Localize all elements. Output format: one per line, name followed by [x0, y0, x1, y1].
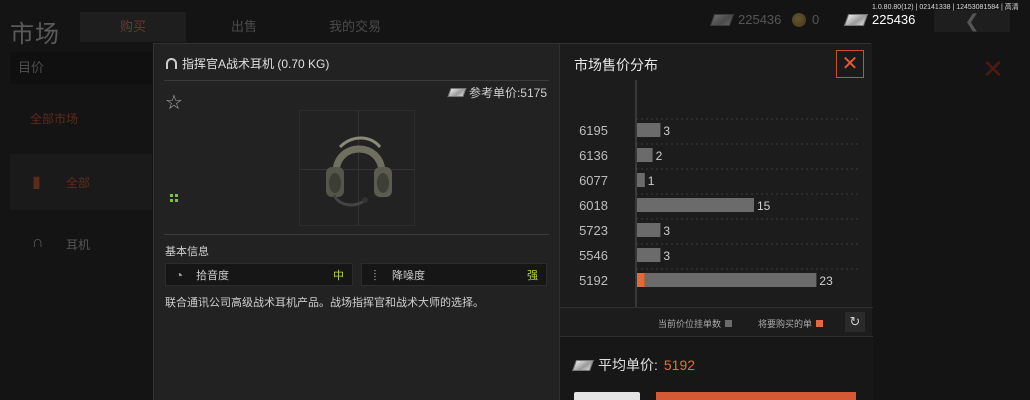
bar-value-label: 3 [663, 224, 670, 238]
legend-buy: 将要购买的单 [758, 317, 824, 330]
price-tick-label: 6136 [579, 148, 608, 163]
headset-image-icon [326, 136, 392, 207]
attribute-pickup: ◔ 拾音度 中 [165, 263, 353, 286]
bar-current [637, 173, 645, 187]
reference-price: 参考单价:5175 [447, 84, 547, 101]
close-icon: ✕ [841, 53, 859, 75]
bar-current [637, 248, 661, 262]
attribute-label: 拾音度 [196, 269, 229, 282]
back-button[interactable]: ❮ [934, 10, 1010, 32]
market-distribution-title: 市场售价分布 [574, 57, 658, 73]
cash-value: 225436 [738, 12, 782, 27]
cash-balance: 225436 [843, 12, 916, 27]
bar-current [637, 123, 661, 137]
cash-icon [571, 359, 595, 371]
coin-value: 0 [812, 12, 820, 27]
bar-value-label: 2 [656, 149, 663, 163]
headphone-icon: ∩ [32, 234, 44, 251]
refresh-button[interactable]: ↻ [845, 312, 865, 332]
item-title: 指挥官A战术耳机 (0.70 KG) [166, 55, 329, 72]
basic-info-heading: 基本信息 [165, 246, 209, 258]
search-input[interactable]: 目价 [10, 52, 152, 84]
buy-button[interactable] [656, 392, 856, 400]
bar-current [637, 198, 754, 212]
bar-value-label: 23 [819, 274, 833, 288]
sidebar-item-label: 全部 [66, 176, 91, 190]
cash-icon [843, 13, 869, 26]
price-tick-label: 6077 [579, 173, 608, 188]
divider [164, 80, 549, 81]
tab-buy[interactable]: 购买 [80, 12, 186, 42]
coin-icon [792, 12, 806, 27]
bar-current [637, 223, 661, 237]
close-button[interactable]: ✕ [836, 50, 864, 78]
bar-value-label: 3 [663, 124, 670, 138]
average-price-box: 平均单价: 5192 [560, 336, 873, 400]
legend-swatch [725, 320, 733, 327]
bar-buy [637, 273, 645, 287]
legend-buy-label: 将要购买的单 [758, 319, 813, 329]
legend-current-label: 当前价位挂单数 [658, 319, 722, 329]
market-title: 市场 [10, 21, 60, 48]
headset-icon [166, 58, 177, 69]
cash-icon [447, 88, 467, 97]
market-distribution-panel: 市场售价分布 ✕ 6195 3 6136 2 6077 1 6018 15 5723 3 5546 3… [559, 44, 873, 400]
sidebar-item-label: 耳机 [66, 238, 91, 252]
cash-icon [709, 13, 735, 26]
tab-my-trades[interactable]: 我的交易 [296, 12, 414, 42]
price-tick-label: 5192 [579, 273, 608, 288]
quantity-button[interactable] [574, 392, 640, 400]
sidebar-item-all[interactable]: ▮ 全部 [10, 154, 152, 210]
average-price-value: 5192 [663, 357, 696, 373]
price-distribution-chart: 6195 3 6136 2 6077 1 6018 15 5723 3 5546 3 5192 23 [579, 80, 858, 307]
sidebar-item-headphone[interactable]: ∩ 耳机 [10, 216, 152, 272]
legend-swatch [816, 320, 824, 327]
average-price-label: 平均单价: [598, 357, 658, 373]
price-tick-label: 5546 [579, 248, 608, 263]
close-icon[interactable]: ✕ [980, 56, 1006, 82]
bar-value-label: 3 [663, 249, 670, 263]
grid-size-icon [170, 194, 178, 202]
item-detail-modal: 指挥官A战术耳机 (0.70 KG) ☆ 参考单价:5175 基本信息 ◔ 拾音… [153, 43, 873, 400]
noise-icon: ⦙ [373, 266, 377, 283]
cash-balance-dim: 225436 [709, 12, 782, 27]
bar-value-label: 15 [757, 199, 771, 213]
legend-current: 当前价位挂单数 [658, 317, 733, 330]
item-category-icon: ▮ [32, 174, 41, 191]
price-tick-label: 6195 [579, 123, 608, 138]
price-tick-label: 6018 [579, 198, 608, 213]
bar-current [644, 273, 817, 287]
price-tick-label: 5723 [579, 223, 608, 238]
attribute-value: 中 [333, 269, 344, 282]
version-info: 1.0.80.80(12) | 02141338 | 12453081584 |… [872, 4, 1019, 11]
bar-current [637, 148, 653, 162]
reference-price-text: 参考单价:5175 [468, 86, 547, 100]
refresh-icon: ↻ [849, 314, 861, 329]
chart-legend: 当前价位挂单数 将要购买的单 ↻ [560, 307, 873, 335]
divider [164, 234, 549, 235]
attribute-label: 降噪度 [392, 269, 425, 282]
item-description: 联合通讯公司高级战术耳机产品。战场指挥官和战术大师的选择。 [165, 297, 484, 309]
item-info-panel: 指挥官A战术耳机 (0.70 KG) ☆ 参考单价:5175 基本信息 ◔ 拾音… [154, 44, 559, 400]
average-price: 平均单价: 5192 [571, 355, 696, 375]
tab-sell[interactable]: 出售 [196, 12, 292, 42]
item-image [299, 110, 415, 226]
bar-value-label: 1 [648, 174, 655, 188]
favorite-star-icon[interactable]: ☆ [165, 90, 183, 115]
cash-value: 225436 [872, 12, 916, 27]
attribute-noise-reduction: ⦙ 降噪度 强 [361, 263, 547, 286]
attribute-value: 强 [527, 269, 538, 282]
ear-icon: ◔ [174, 266, 184, 283]
sidebar-all-market[interactable]: 全部市场 [30, 110, 78, 127]
coin-balance: 0 [792, 12, 819, 27]
item-title-text: 指挥官A战术耳机 (0.70 KG) [182, 57, 330, 71]
